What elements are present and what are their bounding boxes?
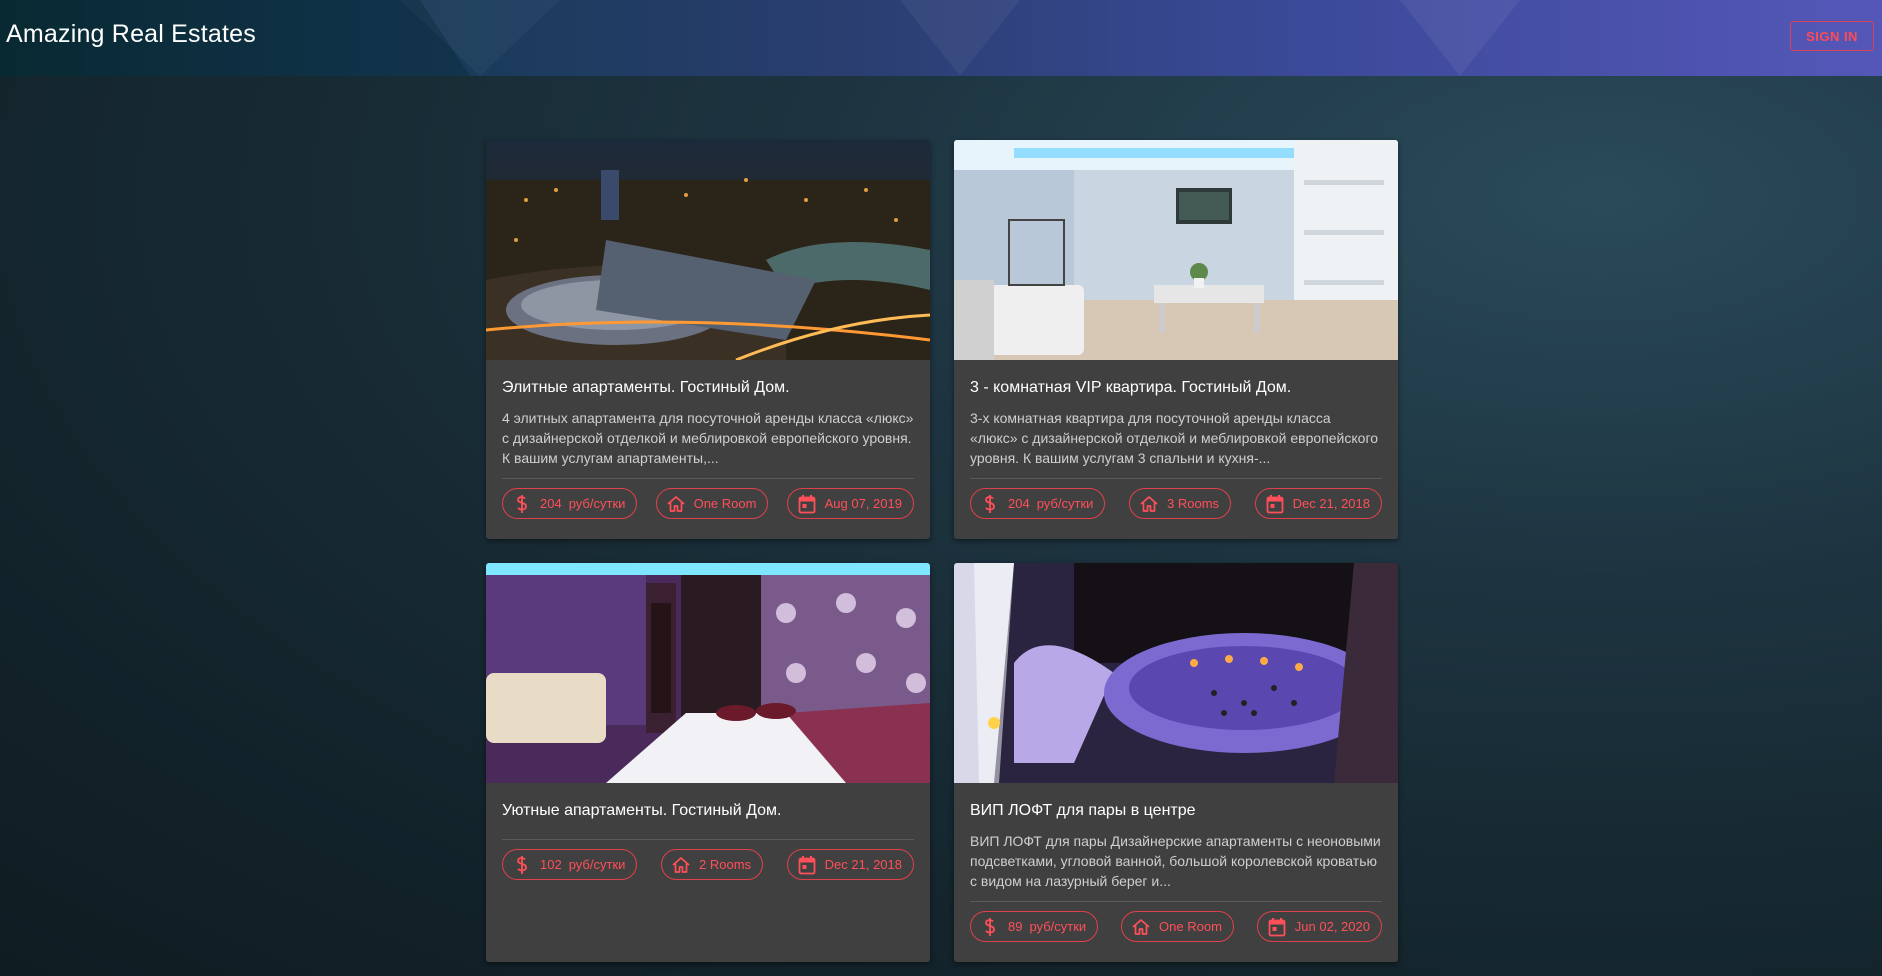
rooms-value: 2 Rooms [699,857,752,872]
home-icon [1131,917,1151,937]
dollar-icon [512,855,532,875]
price-unit: руб/сутки [568,857,626,872]
app-bar: Amazing Real Estates SIGN IN [0,0,1882,76]
date-value: Dec 21, 2018 [1292,496,1370,511]
listing-card[interactable]: ВИП ЛОФТ для пары в центре ВИП ЛОФТ для … [954,563,1398,962]
price-unit: руб/сутки [568,496,626,511]
listing-chips: 204 руб/сутки 3 Rooms Dec 21, 2018 [970,488,1382,519]
rooms-chip[interactable]: One Room [1121,911,1234,942]
date-value: Aug 07, 2019 [824,496,902,511]
calendar-icon [797,494,817,514]
home-icon [666,494,686,514]
listing-card[interactable]: 3 - комнатная VIP квартира. Гостиный Дом… [954,140,1398,539]
listing-chips: 102 руб/сутки 2 Rooms Dec 21, 2018 [502,849,914,880]
app-title: Amazing Real Estates [6,20,256,48]
price-unit: руб/сутки [1029,919,1087,934]
price-chip[interactable]: 204 руб/сутки [970,488,1106,519]
price-value: 204 [1008,496,1030,511]
price-value: 204 [540,496,562,511]
rooms-chip[interactable]: One Room [655,488,769,519]
date-value: Jun 02, 2020 [1294,919,1370,934]
price-chip[interactable]: 89 руб/сутки [970,911,1099,942]
price-value: 102 [540,857,562,872]
sign-in-button[interactable]: SIGN IN [1790,21,1874,51]
divider [502,839,914,840]
listing-description: 3-х комнатная квартира для посуточной ар… [970,410,1379,466]
listing-title[interactable]: Уютные апартаменты. Гостиный Дом. [502,801,914,821]
dollar-icon [980,917,1000,937]
listing-photo-night-city[interactable] [486,140,930,360]
divider [970,478,1382,479]
listing-card[interactable]: Элитные апартаменты. Гостиный Дом. 4 эли… [486,140,930,539]
listing-title[interactable]: 3 - комнатная VIP квартира. Гостиный Дом… [970,378,1382,398]
rooms-value: One Room [693,496,757,511]
listing-photo-jacuzzi[interactable] [954,563,1398,783]
rooms-value: 3 Rooms [1167,496,1220,511]
calendar-icon [797,855,817,875]
price-chip[interactable]: 102 руб/сутки [502,849,638,880]
date-chip[interactable]: Jun 02, 2020 [1256,911,1382,942]
price-value: 89 [1008,919,1023,934]
date-value: Dec 21, 2018 [824,857,902,872]
rooms-chip[interactable]: 3 Rooms [1129,488,1232,519]
date-chip[interactable]: Dec 21, 2018 [1254,488,1382,519]
listing-title[interactable]: ВИП ЛОФТ для пары в центре [970,801,1382,821]
home-icon [671,855,691,875]
date-chip[interactable]: Dec 21, 2018 [786,849,914,880]
divider [502,478,914,479]
home-icon [1139,494,1159,514]
calendar-icon [1265,494,1285,514]
listing-description: ВИП ЛОФТ для пары Дизайнерские апартамен… [970,833,1381,889]
dollar-icon [512,494,532,514]
listings-grid: Элитные апартаменты. Гостиный Дом. 4 эли… [486,140,1398,962]
rooms-value: One Room [1159,919,1222,934]
calendar-icon [1267,917,1287,937]
price-chip[interactable]: 204 руб/сутки [502,488,638,519]
rooms-chip[interactable]: 2 Rooms [661,849,764,880]
divider [970,901,1382,902]
date-chip[interactable]: Aug 07, 2019 [786,488,914,519]
listing-chips: 204 руб/сутки One Room Aug 07, 2019 [502,488,914,519]
listing-title[interactable]: Элитные апартаменты. Гостиный Дом. [502,378,914,398]
header-background-pattern [0,0,1520,76]
listing-chips: 89 руб/сутки One Room Jun 02, 2020 [970,911,1382,942]
price-unit: руб/сутки [1036,496,1094,511]
listing-description: 4 элитных апартамента для посуточной аре… [502,410,914,466]
dollar-icon [980,494,1000,514]
listing-photo-living-room[interactable] [954,140,1398,360]
listing-photo-purple-bedroom[interactable] [486,563,930,783]
listing-card[interactable]: Уютные апартаменты. Гостиный Дом. 102 ру… [486,563,930,962]
